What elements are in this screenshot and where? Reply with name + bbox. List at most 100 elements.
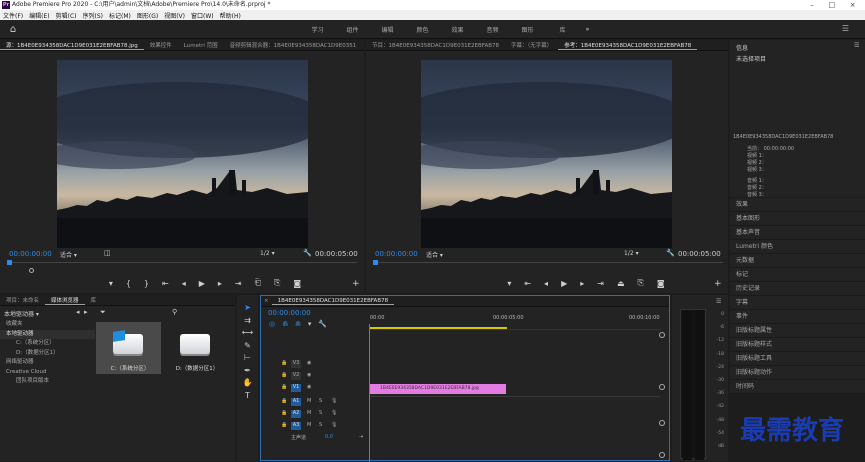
workspace-graphics[interactable]: 图形: [510, 25, 545, 34]
menu-file[interactable]: 文件(F): [0, 11, 26, 20]
search-icon[interactable]: ⚲: [172, 308, 177, 316]
source-wrench-icon[interactable]: 🔧: [303, 249, 312, 257]
program-scrubber[interactable]: [373, 260, 723, 272]
workspace-menu-icon[interactable]: ☰: [842, 24, 849, 33]
tab-audio-clip-mixer[interactable]: 音频剪辑混合器：1B4E0E934358DAC1D9E0351: [224, 41, 363, 49]
step-back-icon[interactable]: ◂: [182, 279, 186, 288]
tree-creative-cloud[interactable]: Creative Cloud: [0, 368, 95, 378]
tree-local-drives[interactable]: 本地驱动器: [0, 329, 95, 339]
minimize-icon[interactable]: –: [810, 0, 814, 10]
track-v2-label[interactable]: V2: [291, 372, 301, 380]
source-zoom-select[interactable]: 适合 ▾: [60, 250, 100, 259]
tab-libraries[interactable]: 库: [85, 296, 103, 304]
mark-in-icon[interactable]: ▾: [109, 279, 113, 288]
hand-tool-icon[interactable]: ✋: [237, 377, 258, 390]
mute-icon[interactable]: M: [307, 410, 311, 416]
close-icon[interactable]: ×: [850, 0, 856, 10]
nav-back-icon[interactable]: ◂: [76, 308, 80, 316]
source-add-button[interactable]: +: [352, 279, 360, 289]
timeline-settings-icon[interactable]: 🔧: [318, 320, 327, 328]
panel-essential-sound[interactable]: 基本声音: [730, 226, 865, 240]
workspace-effects[interactable]: 效果: [440, 25, 475, 34]
pen-tool-icon[interactable]: ✒: [237, 365, 258, 378]
info-menu-icon[interactable]: ☰: [854, 42, 859, 49]
drive-thumb-c[interactable]: C:（系统分区）: [96, 322, 161, 374]
track-select-tool-icon[interactable]: ⇉: [237, 315, 258, 328]
location-select[interactable]: 本地驱动器 ▾: [4, 309, 74, 319]
extract-icon[interactable]: ⎘: [638, 278, 644, 288]
step-forward-icon[interactable]: ▸: [218, 279, 222, 288]
drive-thumb-d[interactable]: D:（数据分区1）: [163, 322, 228, 374]
snap-icon[interactable]: ⋒: [282, 320, 288, 328]
mute-icon[interactable]: M: [307, 398, 311, 404]
panel-legacy-title-tools[interactable]: 旧版标题工具: [730, 352, 865, 366]
menu-window[interactable]: 窗口(W): [188, 11, 217, 20]
timeline-timecode[interactable]: 00:00:00:00: [268, 309, 311, 317]
lock-icon[interactable]: 🔒: [281, 360, 287, 366]
menu-clip[interactable]: 剪辑(C): [53, 11, 80, 20]
tab-lumetri-scopes[interactable]: Lumetri 范围: [178, 41, 224, 49]
play-icon[interactable]: ▶: [199, 279, 205, 288]
filter-icon[interactable]: ⏷: [100, 308, 106, 317]
tree-favorites[interactable]: 收藏夹: [0, 320, 95, 330]
panel-markers[interactable]: 标记: [730, 268, 865, 282]
panel-captions[interactable]: 字幕: [730, 296, 865, 310]
solo-icon[interactable]: S: [319, 398, 322, 404]
insert-icon[interactable]: ⎗: [255, 278, 261, 288]
mark-out-icon[interactable]: {: [126, 279, 131, 288]
mic-icon[interactable]: 🎙: [331, 398, 337, 404]
panel-effects[interactable]: 效果: [730, 198, 865, 212]
program-add-button[interactable]: +: [714, 279, 722, 289]
program-resolution-select[interactable]: 1/2 ▾: [624, 250, 639, 257]
lock-icon[interactable]: 🔒: [281, 422, 287, 428]
tree-drive-c[interactable]: C:（系统分区）: [0, 339, 95, 349]
timeline-ruler[interactable]: 00:00 00:00:05:00 00:00:10:00: [369, 314, 661, 330]
meter-menu-icon[interactable]: ☰: [716, 298, 721, 305]
master-value[interactable]: 0.0: [325, 434, 333, 440]
panel-legacy-title-styles[interactable]: 旧版标题样式: [730, 338, 865, 352]
go-to-in-icon[interactable]: ⇤: [162, 279, 169, 288]
tab-program[interactable]: 节目：1B4E0E934358DAC1D9E031E2EBFAB78: [366, 41, 505, 49]
panel-legacy-title-actions[interactable]: 旧版标题动作: [730, 366, 865, 380]
workspace-editing[interactable]: 编辑: [370, 25, 405, 34]
program-go-to-out-icon[interactable]: ⇥: [597, 279, 604, 288]
tab-reference[interactable]: 参考：1B4E0E934358DAC1D9E031E2EBFAB78: [558, 41, 698, 50]
timeline-clip[interactable]: 1B4E0E934358DAC1D9E031E2EBFAB78.jpg: [370, 384, 506, 394]
mic-icon[interactable]: 🎙: [331, 422, 337, 428]
eye-icon[interactable]: ◉: [307, 384, 311, 390]
go-to-out-icon[interactable]: ⇥: [235, 279, 242, 288]
tree-drive-d[interactable]: D:（数据分区1）: [0, 349, 95, 359]
timeline-vertical-scroll[interactable]: [659, 332, 665, 458]
program-wrench-icon[interactable]: 🔧: [666, 249, 675, 257]
overwrite-icon[interactable]: ⎘: [274, 278, 280, 288]
selection-tool-icon[interactable]: ➤: [237, 302, 258, 315]
tree-network-drives[interactable]: 网络驱动器: [0, 358, 95, 368]
panel-essential-graphics[interactable]: 基本图形: [730, 212, 865, 226]
timeline-close-icon[interactable]: ×: [261, 298, 272, 304]
program-go-to-in-icon[interactable]: ⇤: [524, 279, 531, 288]
menu-edit[interactable]: 编辑(E): [26, 11, 52, 20]
program-timecode[interactable]: 00:00:00:00: [375, 250, 418, 258]
eye-icon[interactable]: ◉: [307, 360, 311, 366]
mic-icon[interactable]: 🎙: [331, 410, 337, 416]
program-step-forward-icon[interactable]: ▸: [580, 279, 584, 288]
tab-captions[interactable]: 字幕：（无字幕）: [505, 41, 558, 49]
workspace-assembly[interactable]: 组件: [335, 25, 370, 34]
lift-icon[interactable]: ⏏: [617, 279, 625, 288]
mark-clip-icon[interactable]: }: [144, 279, 149, 288]
add-marker-icon[interactable]: ▾: [308, 320, 312, 328]
program-play-icon[interactable]: ▶: [561, 279, 567, 288]
track-a3-label[interactable]: A3: [291, 422, 301, 430]
nav-forward-icon[interactable]: ▸: [84, 308, 88, 316]
razor-tool-icon[interactable]: ✎: [237, 340, 258, 353]
home-icon[interactable]: ⌂: [7, 24, 19, 35]
menu-sequence[interactable]: 序列(S): [80, 11, 107, 20]
menu-graphics[interactable]: 图形(G): [134, 11, 161, 20]
track-a1-label[interactable]: A1: [291, 398, 301, 406]
ripple-edit-tool-icon[interactable]: ⟷: [237, 327, 258, 340]
program-export-frame-icon[interactable]: ◙: [657, 279, 665, 288]
tab-project[interactable]: 项目：未命名: [0, 296, 45, 304]
source-settings-icon[interactable]: ◫: [104, 249, 111, 257]
panel-events[interactable]: 事件: [730, 310, 865, 324]
program-mark-in-icon[interactable]: ▾: [507, 279, 511, 288]
